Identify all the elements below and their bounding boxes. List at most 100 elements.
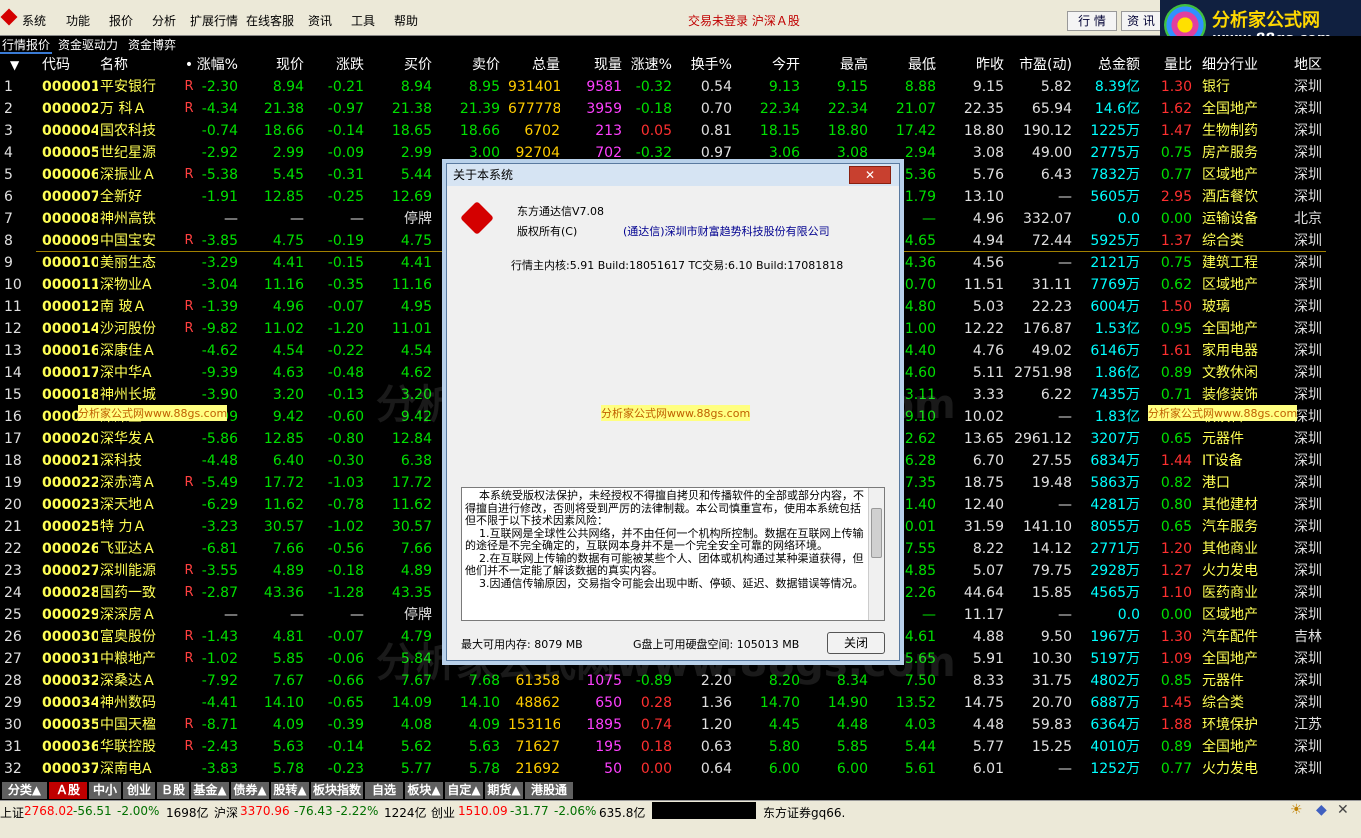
hs-percent: -2.22%	[336, 804, 379, 818]
menu-function[interactable]: 功能	[66, 12, 90, 29]
news-button[interactable]: 资 讯	[1121, 11, 1161, 31]
table-row[interactable]: 31 000036 华联控股 R -2.43 5.63 -0.14 5.62 5.63 71627…	[0, 736, 1361, 758]
industry: 其他建材	[1202, 497, 1258, 513]
table-row[interactable]: 1 000001 平安银行 R -2.30 8.94 -0.21 8.94 8.95 931401…	[0, 76, 1361, 98]
open: 18.15	[759, 123, 800, 139]
column-header[interactable]: 现价	[250, 54, 304, 76]
price: 6.40	[272, 453, 304, 469]
column-header[interactable]: 总量	[508, 54, 560, 76]
region: 深圳	[1294, 123, 1322, 139]
table-row[interactable]: 4 000005 世纪星源 -2.92 2.99 -0.09 2.99 3.00 92704 70…	[0, 142, 1361, 164]
column-header[interactable]: 涨幅%	[196, 54, 238, 76]
speed-pct: 0.28	[640, 695, 672, 711]
bottom-tab[interactable]: Ａ股	[49, 782, 87, 799]
menu-help[interactable]: 帮助	[394, 12, 418, 29]
column-header[interactable]: 今开	[748, 54, 800, 76]
cur-volume: 9581	[586, 79, 622, 95]
change-pct: —	[224, 211, 238, 227]
vol-ratio: 0.95	[1160, 321, 1192, 337]
close-icon[interactable]: ✕	[1337, 802, 1349, 818]
bottom-tab[interactable]: 港股通	[525, 782, 573, 799]
menu-ext-quote[interactable]: 扩展行情	[190, 12, 238, 29]
table-row[interactable]: 3 000004 国农科技 -0.74 18.66 -0.14 18.65 18.66 6702…	[0, 120, 1361, 142]
bid: 12.84	[391, 431, 432, 447]
column-header[interactable]: 涨速%	[628, 54, 672, 76]
column-header[interactable]: 细分行业	[1202, 54, 1282, 76]
column-header[interactable]: 换手%	[684, 54, 732, 76]
bottom-tab[interactable]: 中小	[89, 782, 121, 799]
license-scrollbar[interactable]	[868, 488, 884, 620]
tab-quotes[interactable]: 行情报价	[0, 36, 53, 54]
tab-fund-game[interactable]: 资金博弈	[126, 36, 178, 54]
row-number: 2	[4, 101, 13, 117]
tab-fund-driving[interactable]: 资金驱动力	[56, 36, 120, 54]
speed-pct: -0.32	[635, 79, 672, 95]
table-row[interactable]: 29 000034 神州数码 -4.41 14.10 -0.65 14.09 14.10 488…	[0, 692, 1361, 714]
close-button[interactable]: 关闭	[827, 632, 885, 654]
column-header[interactable]: 卖价	[446, 54, 500, 76]
bottom-tab[interactable]: 债券▲	[231, 782, 269, 799]
license-textarea[interactable]: 本系统受版权法保护，未经授权不得擅自拷贝和传播软件的全部或部分内容，不得擅自进行…	[461, 487, 885, 621]
menu-online-service[interactable]: 在线客服	[246, 12, 294, 29]
stock-code: 000004	[42, 123, 98, 139]
column-header[interactable]: •	[182, 54, 196, 76]
change-pct: —	[224, 607, 238, 623]
vol-ratio: 0.75	[1160, 255, 1192, 271]
menu-quote[interactable]: 报价	[109, 12, 133, 29]
vol-ratio: 0.80	[1160, 497, 1192, 513]
company-name: (通达信)深圳市财富趋势科技股份有限公司	[623, 225, 830, 238]
scrollbar-thumb[interactable]	[871, 508, 882, 558]
bottom-tab[interactable]: 板块▲	[405, 782, 443, 799]
column-header[interactable]: 昨收	[950, 54, 1004, 76]
column-header[interactable]: 总金额	[1080, 54, 1140, 76]
cy-value: 1510.09	[458, 804, 508, 818]
low: 4.03	[904, 717, 936, 733]
menu-analysis[interactable]: 分析	[152, 12, 176, 29]
margin-mark: R	[184, 321, 194, 336]
bid: 7.66	[400, 541, 432, 557]
region: 深圳	[1294, 365, 1322, 381]
bottom-tab[interactable]: 期货▲	[485, 782, 523, 799]
table-row[interactable]: 30 000035 中国天楹 R -8.71 4.09 -0.39 4.08 4.09 15311…	[0, 714, 1361, 736]
price: 5.78	[272, 761, 304, 777]
column-header[interactable]: 代码	[42, 54, 98, 76]
high: 6.00	[836, 761, 868, 777]
column-header[interactable]: 市盈(动)	[1012, 54, 1072, 76]
bottom-tab[interactable]: 股转▲	[271, 782, 309, 799]
menu-tools[interactable]: 工具	[351, 12, 375, 29]
sh-percent: -2.00%	[117, 804, 160, 818]
column-header[interactable]: 涨跌	[318, 54, 364, 76]
stock-name: 深深房Ａ	[100, 607, 156, 623]
column-header[interactable]: 地区	[1294, 54, 1340, 76]
bottom-tab[interactable]: 基金▲	[191, 782, 229, 799]
low: 21.07	[895, 101, 936, 117]
menu-system[interactable]: 系统	[22, 12, 46, 29]
bid: 4.08	[400, 717, 432, 733]
row-number: 5	[4, 167, 13, 183]
column-header[interactable]: 量比	[1150, 54, 1192, 76]
stock-name: 神州数码	[100, 695, 156, 711]
bottom-tab[interactable]: Ｂ股	[157, 782, 189, 799]
sort-arrow-icon[interactable]: ▼	[10, 54, 24, 76]
row-number: 18	[4, 453, 22, 469]
bottom-tab[interactable]: 创业	[123, 782, 155, 799]
column-header[interactable]: 最低	[880, 54, 936, 76]
menu-news[interactable]: 资讯	[308, 12, 332, 29]
table-row[interactable]: 32 000037 深南电A -3.83 5.78 -0.23 5.77 5.78 21692 5…	[0, 758, 1361, 780]
vol-ratio: 1.27	[1160, 563, 1192, 579]
bottom-tab[interactable]: 分类▲	[2, 782, 47, 799]
quote-button[interactable]: 行 情	[1067, 11, 1117, 31]
table-row[interactable]: 2 000002 万 科Ａ R -4.34 21.38 -0.97 21.38 21.39 677…	[0, 98, 1361, 120]
column-header[interactable]: 最高	[812, 54, 868, 76]
column-header[interactable]: 现量	[570, 54, 622, 76]
dialog-close-icon[interactable]: ✕	[849, 166, 891, 184]
app-name: 东方通达信V7.08	[517, 205, 605, 218]
bottom-tab[interactable]: 自选	[365, 782, 403, 799]
bottom-tab[interactable]: 板块指数	[311, 782, 363, 799]
bottom-tab[interactable]: 自定▲	[445, 782, 483, 799]
column-header[interactable]: 名称	[100, 54, 170, 76]
pe: 20.70	[1031, 695, 1072, 711]
region: 吉林	[1294, 629, 1322, 645]
column-header[interactable]: 买价	[380, 54, 432, 76]
speed-pct: -0.32	[635, 145, 672, 161]
